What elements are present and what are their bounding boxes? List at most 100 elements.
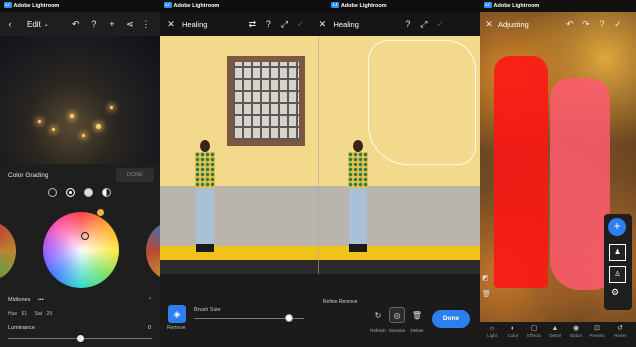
person-head [200,140,210,152]
close-icon[interactable]: ✕ [482,17,496,31]
delete-icon[interactable]: 🗑 [409,307,425,323]
color-wheel[interactable] [43,212,119,288]
remove-tool-button[interactable]: ◈ [168,305,186,323]
color-grading-panel: Lr Adobe Lightroom ‹ Edit ⌄ ↶ ? + ⋖ ⋮ Col… [0,0,160,347]
undo-icon[interactable]: ↶ [69,17,83,31]
add-icon[interactable]: + [105,17,119,31]
eraser-icon: ◈ [173,308,181,319]
compare-icon[interactable]: ◩ [482,274,489,282]
share-icon[interactable]: ⋖ [123,17,137,31]
light-glow [38,120,41,123]
gear-icon[interactable]: ⚙ [611,287,619,298]
person-shoes [196,244,214,252]
nav-optics-label: Optics [569,333,583,338]
nav-effects[interactable]: ▢ Effects [524,324,544,338]
person-shirt [195,152,215,188]
healing-toolbar: ✕ Healing ⇄ ? ⤢ ✓ ✕ Healing ? ⤢ ✓ [160,12,480,36]
nav-presets[interactable]: ⊡ Presets [587,324,607,338]
mask-thumbnail-1[interactable]: ♟ [609,244,626,261]
hue-sat-readout: Hue 61 Sat 29 [8,311,52,317]
hue-label: Hue [8,311,18,317]
light-glow [70,114,74,118]
more-icon[interactable]: ⋮ [139,17,153,31]
mode-highlights[interactable] [102,188,111,197]
nav-detail-label: Detail [549,333,561,338]
check-icon[interactable]: ✓ [611,17,625,31]
nav-presets-label: Presets [589,333,605,338]
person-shoes [349,244,367,252]
blending-knob[interactable] [97,209,104,216]
nav-light-label: Light [487,333,497,338]
brush-size-thumb[interactable] [284,314,293,322]
person-head [353,140,363,152]
redo-icon[interactable]: ↷ [579,17,593,31]
nav-optics[interactable]: ◉ Optics [566,324,586,338]
lr-badge: Lr [484,2,492,8]
redo-icon[interactable]: ⇄ [245,17,259,31]
done-button[interactable]: DONE [116,168,154,182]
lr-badge: Lr [331,2,339,8]
status-bar: Lr Adobe Lightroom Lr Adobe Lightroom [160,0,480,12]
chevron-left-icon[interactable]: ‹ [149,296,151,302]
person-jeans [196,188,214,244]
photo-preview [0,36,160,164]
delete-icon[interactable]: 🗑 [482,290,491,298]
help-icon[interactable]: ? [87,17,101,31]
mask-thumbnail-2[interactable]: ♙ [609,266,626,283]
refresh-icon[interactable]: ↻ [370,307,386,323]
section-title: Color Grading [8,172,49,179]
healing-panel: Lr Adobe Lightroom Lr Adobe Lightroom ✕ Hea… [160,0,480,347]
subject-mask-man[interactable] [494,56,548,288]
nav-effects-label: Effects [527,333,541,338]
range-row: Midtones ••• [8,297,44,303]
undo-icon[interactable]: ↶ [563,17,577,31]
help-icon[interactable]: ? [595,17,609,31]
mode-midtones[interactable] [84,188,93,197]
refine-label: Refine Remove [323,299,358,305]
close-icon[interactable]: ✕ [315,17,329,31]
sat-label: Sat [34,311,43,317]
app-name: Adobe Lightroom [173,3,220,9]
nav-color[interactable]: ◐ Color [503,324,523,338]
color-wheel-left[interactable] [0,222,16,280]
app-root: Lr Adobe Lightroom ‹ Edit ⌄ ↶ ? + ⋖ ⋮ Col… [0,0,636,347]
light-glow [110,106,113,109]
sat-value: 29 [46,311,52,317]
status-bar: Lr Adobe Lightroom [480,0,636,12]
add-mask-button[interactable]: + [608,218,626,236]
reset-icon: ↺ [617,325,623,332]
done-button[interactable]: Done [432,310,470,328]
hue-value: 61 [21,311,28,317]
nav-detail[interactable]: ▲ Detail [545,324,565,338]
nav-light[interactable]: ☼ Light [482,324,502,338]
mode-shadows[interactable] [66,188,75,197]
delete-label: Delete [410,328,424,333]
chevron-down-icon[interactable]: ⌄ [44,21,49,28]
close-icon[interactable]: ✕ [164,17,178,31]
back-icon[interactable]: ‹ [3,17,17,31]
subject-mask-woman[interactable] [550,78,610,290]
photo-window [227,56,305,146]
photo-sidewalk [160,260,480,274]
mode-three-way[interactable] [48,188,57,197]
more-icon[interactable]: ••• [38,297,44,303]
denoise-icon[interactable]: ◎ [389,307,405,323]
help-icon[interactable]: ? [401,17,415,31]
lr-badge: Lr [164,2,172,8]
color-wheel-right[interactable] [146,222,160,280]
app-name: Adobe Lightroom [493,3,540,9]
help-icon[interactable]: ? [261,17,275,31]
nav-reset[interactable]: ↺ Reset [610,324,630,338]
subject-left [190,140,220,255]
healing-brush-outline[interactable] [368,40,476,165]
luminance-slider-thumb[interactable] [77,335,84,342]
range-label[interactable]: Midtones [8,297,30,303]
expand-icon[interactable]: ⤢ [417,17,431,31]
adjusting-toolbar: ✕ Adjusting ↶ ↷ ? ✓ [480,12,636,36]
check-icon[interactable]: ✓ [293,17,307,31]
check-icon[interactable]: ✓ [433,17,447,31]
expand-icon[interactable]: ⤢ [277,17,291,31]
presets-icon: ⊡ [594,325,600,332]
wheel-handle[interactable] [81,232,89,240]
edit-mode-title[interactable]: Edit [27,20,41,29]
